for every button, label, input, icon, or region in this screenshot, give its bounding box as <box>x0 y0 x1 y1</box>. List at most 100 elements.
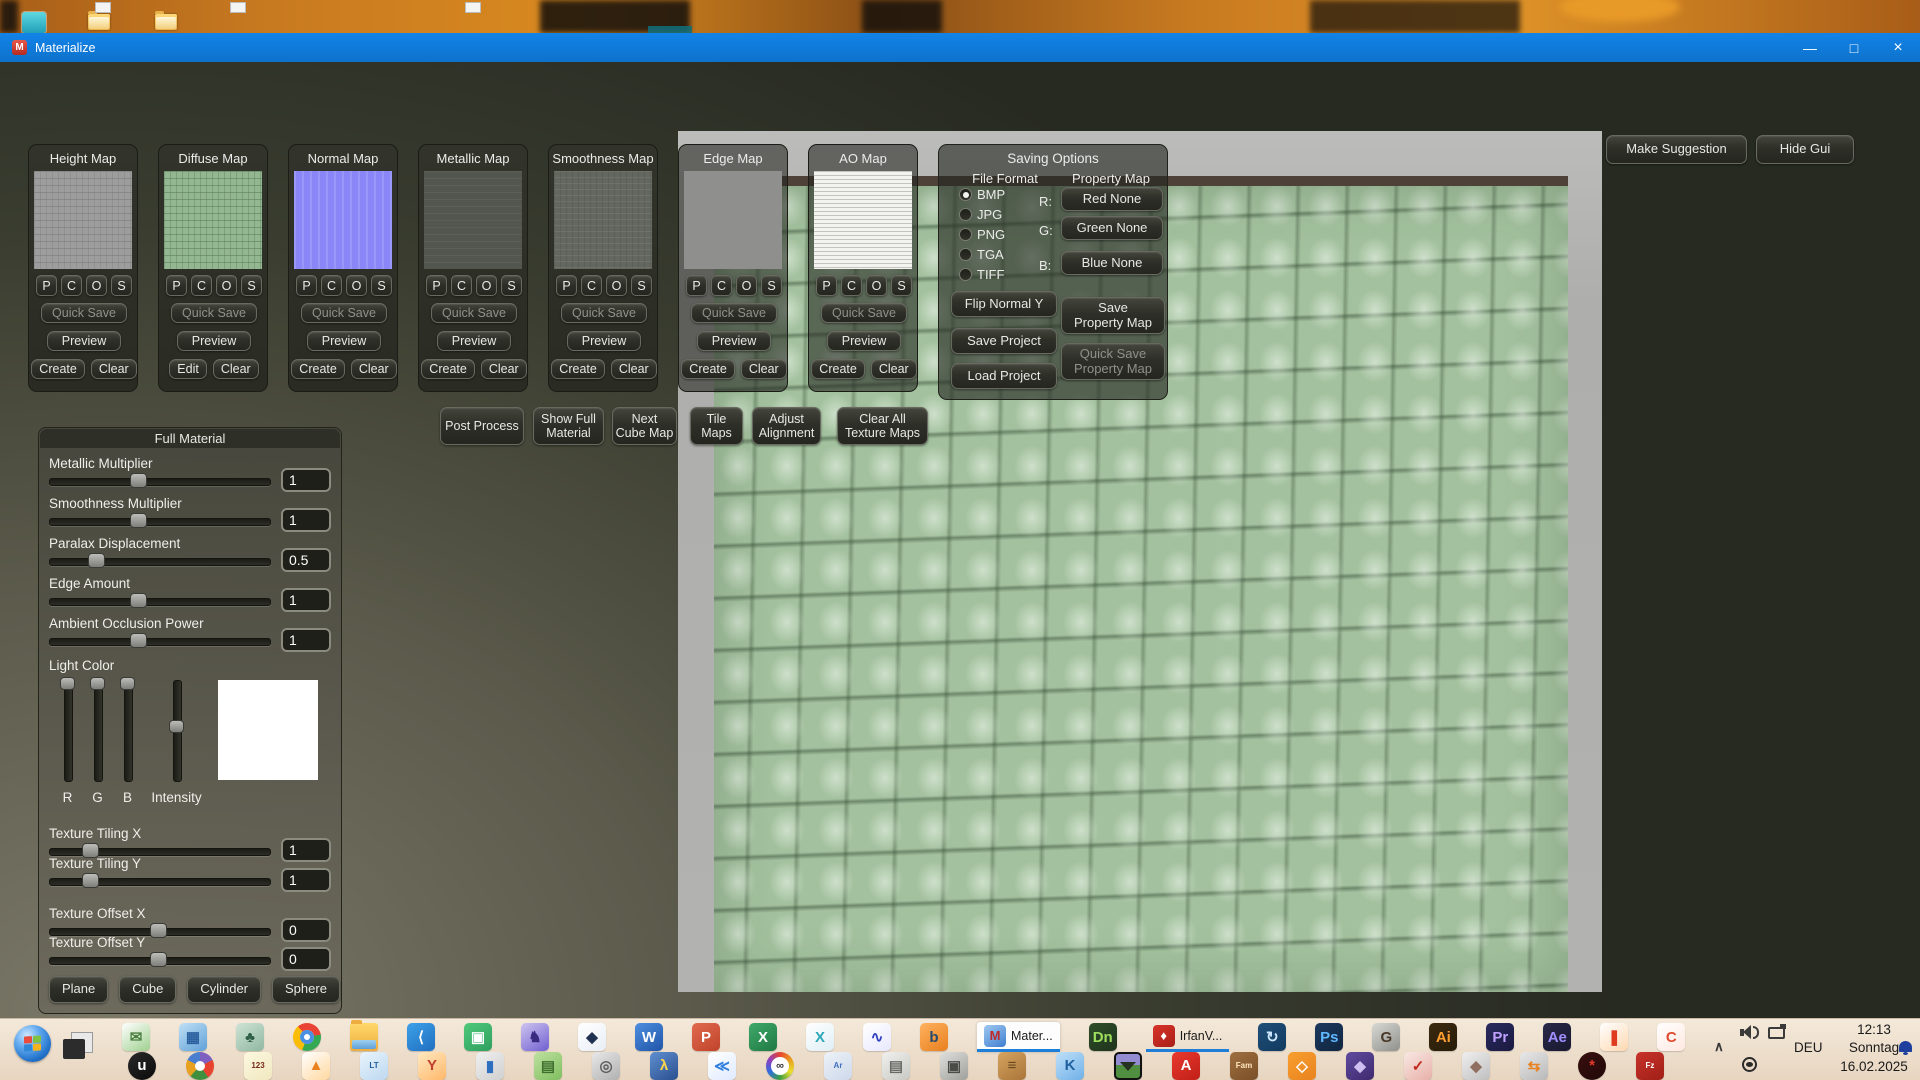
normal-quick-save-button[interactable]: Quick Save <box>301 303 387 323</box>
ao-p-button[interactable]: P <box>816 275 837 296</box>
light-g-slider-thumb[interactable] <box>90 677 105 690</box>
smoothness-quick-save-button[interactable]: Quick Save <box>561 303 647 323</box>
clock-date[interactable]: 16.02.2025 <box>1828 1059 1920 1074</box>
smoothness-map-preview-image[interactable] <box>554 171 652 269</box>
smoothness-multiplier-slider-thumb[interactable] <box>130 513 147 528</box>
normal-clear-button[interactable]: Clear <box>351 359 397 379</box>
cocktail-icon[interactable]: Y <box>418 1052 446 1080</box>
tray-expand-chevron-icon[interactable]: ∧ <box>1714 1039 1724 1055</box>
hexagon-app-icon[interactable]: ◇ <box>1288 1052 1316 1080</box>
video-camera-icon[interactable]: ▣ <box>940 1052 968 1080</box>
height-p-button[interactable]: P <box>36 275 57 296</box>
illustrator-icon[interactable]: Ai <box>1429 1023 1457 1051</box>
notebook-icon[interactable]: ≡ <box>998 1052 1026 1080</box>
desktop-folder-icon[interactable] <box>88 14 110 30</box>
make-suggestion-button[interactable]: Make Suggestion <box>1606 135 1747 164</box>
desktop-file-icon[interactable] <box>465 2 481 13</box>
light-r-slider-thumb[interactable] <box>60 677 75 690</box>
light-g-slider[interactable] <box>94 680 103 782</box>
clear-all-texture-maps-button[interactable]: Clear All Texture Maps <box>837 407 928 445</box>
calendar-icon[interactable]: 123 <box>244 1052 272 1080</box>
post-process-button[interactable]: Post Process <box>440 407 524 445</box>
height-s-button[interactable]: S <box>111 275 132 296</box>
smoothness-create-button[interactable]: Create <box>551 359 605 379</box>
cylinder-button[interactable]: Cylinder <box>187 976 261 1003</box>
diffuse-c-button[interactable]: C <box>191 275 212 296</box>
creative-cloud-icon[interactable] <box>766 1052 794 1080</box>
radio-jpg[interactable] <box>959 208 972 221</box>
ao-preview-button[interactable]: Preview <box>827 331 901 351</box>
ao-clear-button[interactable]: Clear <box>871 359 917 379</box>
architect-icon[interactable]: Ar <box>824 1052 852 1080</box>
metallic-create-button[interactable]: Create <box>421 359 475 379</box>
texture-tiling-x-value-input[interactable]: 1 <box>281 838 331 862</box>
save-project-button[interactable]: Save Project <box>951 328 1057 354</box>
height-preview-button[interactable]: Preview <box>47 331 121 351</box>
next-cube-map-button[interactable]: Next Cube Map <box>612 407 677 445</box>
flip-normal-y-button[interactable]: Flip Normal Y <box>951 291 1057 317</box>
normal-preview-button[interactable]: Preview <box>307 331 381 351</box>
cube-button[interactable]: Cube <box>119 976 176 1003</box>
metallic-multiplier-value-input[interactable]: 1 <box>281 468 331 492</box>
family-research-icon[interactable]: Fam <box>1230 1052 1258 1080</box>
format-option-tiff[interactable]: TIFF <box>959 267 1004 282</box>
edge-quick-save-button[interactable]: Quick Save <box>691 303 777 323</box>
texture-tiling-y-value-input[interactable]: 1 <box>281 868 331 892</box>
intensity-slider-thumb[interactable] <box>169 720 184 733</box>
chrome-icon[interactable] <box>293 1023 321 1051</box>
show-full-material-button[interactable]: Show Full Material <box>533 407 604 445</box>
radio-tiff[interactable] <box>959 268 972 281</box>
tile-maps-button[interactable]: Tile Maps <box>690 407 743 445</box>
normal-create-button[interactable]: Create <box>291 359 345 379</box>
light-b-slider-thumb[interactable] <box>120 677 135 690</box>
gimp-icon[interactable]: G <box>1372 1023 1400 1051</box>
metallic-multiplier-slider-thumb[interactable] <box>130 473 147 488</box>
smoothness-multiplier-value-input[interactable]: 1 <box>281 508 331 532</box>
creative-cloud-tray-icon[interactable] <box>1742 1057 1757 1072</box>
gear-app-icon[interactable]: * <box>1578 1052 1606 1080</box>
ambient-occlusion-power-slider[interactable] <box>49 638 271 646</box>
diffuse-preview-button[interactable]: Preview <box>177 331 251 351</box>
smoothness-clear-button[interactable]: Clear <box>611 359 657 379</box>
edge-s-button[interactable]: S <box>761 275 782 296</box>
control-panel-icon[interactable]: ▦ <box>179 1023 207 1051</box>
keyboard-language[interactable]: DEU <box>1794 1040 1823 1055</box>
close-button[interactable]: × <box>1876 33 1920 62</box>
xchange-icon[interactable]: X <box>806 1023 834 1051</box>
edge-p-button[interactable]: P <box>686 275 707 296</box>
texture-tiling-x-slider[interactable] <box>49 848 271 856</box>
desktop-file-icon[interactable] <box>95 2 111 13</box>
save-property-map-button[interactable]: Save Property Map <box>1061 297 1165 334</box>
metallic-o-button[interactable]: O <box>476 275 497 296</box>
metallic-clear-button[interactable]: Clear <box>481 359 527 379</box>
red-app-icon[interactable]: ✓ <box>1404 1052 1432 1080</box>
smoothness-multiplier-slider[interactable] <box>49 518 271 526</box>
tree-app-icon[interactable]: ♣ <box>236 1023 264 1051</box>
height-create-button[interactable]: Create <box>31 359 85 379</box>
ambient-occlusion-power-slider-thumb[interactable] <box>130 633 147 648</box>
excel-icon[interactable]: X <box>749 1023 777 1051</box>
format-option-tga[interactable]: TGA <box>959 247 1004 262</box>
task-irfanview[interactable]: ♦IrfanV... <box>1146 1022 1230 1052</box>
remote-green-icon[interactable]: ▣ <box>464 1023 492 1051</box>
ao-quick-save-button[interactable]: Quick Save <box>821 303 907 323</box>
ao-map-preview-image[interactable] <box>814 171 912 269</box>
notifications-bell-icon[interactable] <box>1899 1041 1912 1052</box>
edge-o-button[interactable]: O <box>736 275 757 296</box>
task-materialize[interactable]: MMater... <box>977 1022 1060 1052</box>
texture-offset-y-slider-thumb[interactable] <box>150 952 167 967</box>
premiere-icon[interactable]: Pr <box>1486 1023 1514 1051</box>
g-switch-icon[interactable]: ⇆ <box>1520 1052 1548 1080</box>
green-channel-button[interactable]: Green None <box>1061 216 1163 240</box>
filezilla-icon[interactable]: Fz <box>1636 1052 1664 1080</box>
ccleaner-icon[interactable]: C <box>1657 1023 1685 1051</box>
powerpoint-icon[interactable]: P <box>692 1023 720 1051</box>
quick-save-property-map-button[interactable]: Quick Save Property Map <box>1061 343 1165 380</box>
smoothness-p-button[interactable]: P <box>556 275 577 296</box>
volume-icon[interactable] <box>1740 1025 1762 1041</box>
hide-gui-button[interactable]: Hide Gui <box>1756 135 1854 164</box>
edge-amount-slider[interactable] <box>49 598 271 606</box>
smoothness-preview-button[interactable]: Preview <box>567 331 641 351</box>
light-b-slider[interactable] <box>124 680 133 782</box>
radio-tga[interactable] <box>959 248 972 261</box>
